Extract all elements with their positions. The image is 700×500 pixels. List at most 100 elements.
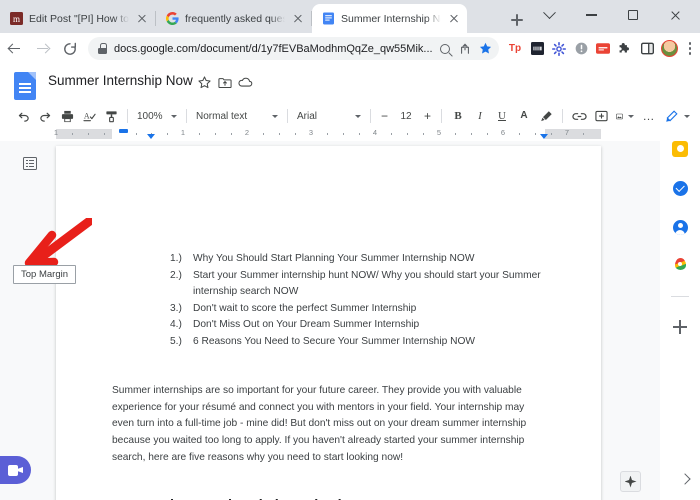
paragraph-style-value: Normal text <box>196 110 248 122</box>
ruler-number-3: 3 <box>308 128 314 137</box>
ruler-track: 1 1 2 3 4 5 6 7 <box>0 127 687 141</box>
first-line-indent-marker[interactable] <box>147 134 155 139</box>
list-item[interactable]: 3.) Don't wait to score the perfect Summ… <box>170 301 545 318</box>
browser-window: m Edit Post "[PI] How to Change frequent… <box>0 0 700 500</box>
address-bar-url: docs.google.com/document/d/1y7fEVBaModhm… <box>114 42 433 55</box>
close-icon[interactable] <box>291 12 305 26</box>
address-bar[interactable]: docs.google.com/document/d/1y7fEVBaModhm… <box>88 37 499 60</box>
share-icon[interactable] <box>455 39 475 59</box>
search-icon[interactable] <box>435 39 455 59</box>
extension-icon-tp[interactable]: Tp <box>504 36 526 62</box>
list-item[interactable]: 2.) Start your Summer internship hunt NO… <box>170 268 545 301</box>
left-indent-marker[interactable] <box>119 129 128 133</box>
list-item-number: 5.) <box>170 335 182 347</box>
insert-image-dropdown[interactable] <box>612 107 638 126</box>
font-size-stepper[interactable]: − 12 + <box>376 108 436 125</box>
paint-format-icon[interactable] <box>100 106 122 126</box>
new-tab-button[interactable] <box>508 11 526 29</box>
browser-tab-1[interactable]: m Edit Post "[PI] How to Change <box>0 4 155 33</box>
tabstrip: m Edit Post "[PI] How to Change frequent… <box>0 4 467 33</box>
ruler-number-4: 4 <box>372 128 378 137</box>
sidepanel-icon[interactable] <box>636 36 658 62</box>
tasks-icon[interactable] <box>670 178 690 198</box>
meet-fab-button[interactable] <box>0 456 31 484</box>
star-icon[interactable] <box>475 39 495 59</box>
edit-pencil-icon[interactable] <box>660 106 682 126</box>
maps-icon[interactable] <box>670 256 690 276</box>
increase-font-size-button[interactable]: + <box>419 108 436 125</box>
font-size-value[interactable]: 12 <box>393 108 419 125</box>
close-window-icon[interactable] <box>654 2 696 28</box>
horizontal-ruler[interactable]: 1 1 2 3 4 5 6 7 <box>0 127 687 141</box>
font-family-dropdown[interactable]: Arial <box>293 107 365 126</box>
numbered-list: 1.) Why You Should Start Planning Your S… <box>170 251 545 350</box>
minimize-icon[interactable] <box>570 2 612 28</box>
body-paragraph[interactable]: Summer internships are so important for … <box>112 383 545 466</box>
list-item[interactable]: 5.) 6 Reasons You Need to Secure Your Su… <box>170 334 545 351</box>
extension-icon-grammarly[interactable] <box>526 36 548 62</box>
list-item-text: Don't Miss Out on Your Dream Summer Inte… <box>193 319 420 331</box>
google-docs-icon <box>321 12 335 26</box>
info-icon[interactable] <box>570 36 592 62</box>
toolbar-divider <box>370 109 371 123</box>
close-icon[interactable] <box>447 12 461 26</box>
document-page[interactable]: 1.) Why You Should Start Planning Your S… <box>56 146 601 500</box>
contacts-icon[interactable] <box>670 217 690 237</box>
star-icon[interactable] <box>196 74 213 91</box>
ruler-number-7: 7 <box>564 128 570 137</box>
ruler-number-1: 1 <box>180 128 186 137</box>
chevron-down-icon <box>628 114 634 118</box>
browser-tab-1-title: Edit Post "[PI] How to Change <box>29 12 129 25</box>
add-comment-icon[interactable] <box>590 106 612 126</box>
browser-tab-3[interactable]: Summer Internship Now - Go <box>312 4 467 33</box>
highlight-pen-icon[interactable] <box>535 106 557 126</box>
side-panel-divider <box>671 296 689 297</box>
text-color-button[interactable]: A <box>513 106 535 126</box>
window-controls <box>528 2 696 28</box>
undo-icon[interactable] <box>12 106 34 126</box>
underline-button[interactable]: U <box>491 106 513 126</box>
link-icon[interactable] <box>568 106 590 126</box>
cloud-status-icon[interactable] <box>237 74 254 91</box>
tab-search-icon[interactable] <box>528 2 570 28</box>
close-icon[interactable] <box>135 12 149 26</box>
three-dot-menu-icon[interactable] <box>680 36 700 62</box>
google-docs-logo[interactable] <box>14 72 36 100</box>
print-icon[interactable] <box>56 106 78 126</box>
side-panel <box>660 127 700 500</box>
right-indent-marker[interactable] <box>540 134 548 139</box>
redo-icon[interactable] <box>34 106 56 126</box>
zoom-dropdown[interactable]: 100% <box>133 107 181 126</box>
browser-tab-2[interactable]: frequently asked questions ab <box>156 4 311 33</box>
chevron-down-icon <box>171 114 177 118</box>
profile-avatar[interactable] <box>658 36 680 62</box>
decrease-font-size-button[interactable]: − <box>376 108 393 125</box>
chevron-right-icon[interactable] <box>679 473 691 485</box>
chevron-down-icon <box>684 114 690 118</box>
browser-tab-strip: m Edit Post "[PI] How to Change frequent… <box>0 0 700 33</box>
explore-icon <box>624 475 637 488</box>
explore-fab-button[interactable] <box>620 471 641 492</box>
badge-icon[interactable] <box>592 36 614 62</box>
move-to-folder-icon[interactable] <box>216 74 233 91</box>
puzzle-icon[interactable] <box>614 36 636 62</box>
paragraph-style-dropdown[interactable]: Normal text <box>192 107 282 126</box>
list-item[interactable]: 1.) Why You Should Start Planning Your S… <box>170 251 545 268</box>
document-title[interactable]: Summer Internship Now <box>48 73 193 88</box>
back-arrow-icon[interactable] <box>0 35 28 63</box>
list-item-text: Start your Summer internship hunt NOW/ W… <box>193 269 541 298</box>
maximize-icon[interactable] <box>612 2 654 28</box>
document-outline-icon[interactable] <box>20 154 39 173</box>
more-options-button[interactable]: … <box>638 106 660 126</box>
add-ons-plus-icon[interactable] <box>670 317 690 337</box>
keep-icon[interactable] <box>670 139 690 159</box>
italic-button[interactable]: I <box>469 106 491 126</box>
settings-gear-icon[interactable] <box>548 36 570 62</box>
toolbar-divider <box>441 109 442 123</box>
list-item[interactable]: 4.) Don't Miss Out on Your Dream Summer … <box>170 317 545 334</box>
spellcheck-icon[interactable]: A <box>78 106 100 126</box>
editing-mode-selector[interactable] <box>660 106 690 126</box>
reload-icon[interactable] <box>56 35 84 63</box>
bold-button[interactable]: B <box>447 106 469 126</box>
forward-arrow-icon[interactable] <box>28 35 56 63</box>
